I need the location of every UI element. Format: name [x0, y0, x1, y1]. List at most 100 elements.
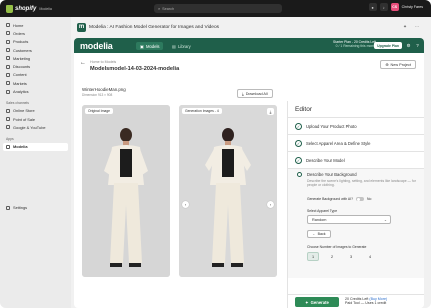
credits-left: 20 Credits Left [345, 297, 369, 301]
chart-icon [6, 89, 10, 94]
plus-icon: ⊕ [385, 63, 389, 67]
sidebar-item-label: Online Store [13, 108, 35, 114]
search-input[interactable]: ⌕ Search [154, 4, 282, 13]
sidebar-item-analytics[interactable]: Analytics [3, 87, 68, 95]
sidebar-item-home[interactable]: Home [3, 21, 68, 29]
generate-bg-ai-toggle[interactable] [356, 197, 364, 201]
step-describe-model[interactable]: ✓ Describe Your Model [288, 151, 424, 168]
sidebar-item-orders[interactable]: Orders [3, 29, 68, 37]
sidebar-item-label: Discounts [13, 64, 31, 70]
sidebar-item-discounts[interactable]: Discounts [3, 62, 68, 70]
pos-icon [6, 117, 10, 122]
shopify-logo[interactable]: shopify [6, 4, 37, 13]
file-name: WinterHoodieMan.png [82, 87, 126, 92]
tab-library[interactable]: ▤ Library [168, 42, 195, 50]
plan-status: Starter Plan - 20 Credits Left 0 / 1 Rem… [333, 40, 376, 48]
num-option-2[interactable]: 2 [326, 252, 338, 261]
sidebar-item-label: Marketing [13, 55, 31, 61]
modelia-logo[interactable]: modelia [80, 41, 113, 51]
sparkle-icon: ✦ [305, 299, 309, 305]
sidebar-item-customers[interactable]: Customers [3, 46, 68, 54]
sidebar-item-marketing[interactable]: Marketing [3, 54, 68, 62]
generate-button[interactable]: ✦ Generate [295, 297, 339, 307]
apparel-type-label: Select Apparel Type [307, 209, 338, 213]
window-frame: shopify Modelia ⌕ Search ● ♪ CS Christy … [0, 0, 431, 308]
sales-channels-heading[interactable]: Sales channels [6, 100, 68, 106]
arrow-left-icon: ← [312, 232, 316, 236]
step-indicator-icon [297, 172, 302, 177]
sidebar-item-google-youtube[interactable]: Google & YouTube [3, 123, 68, 131]
pin-icon[interactable]: ✦ [401, 23, 409, 31]
credits-note: Paid Tool — Uses 1 credit [345, 301, 387, 306]
num-option-4[interactable]: 4 [364, 252, 376, 261]
download-icon: ⤓ [242, 91, 244, 96]
home-icon [6, 23, 10, 28]
discount-icon [6, 64, 10, 69]
step-apparel-area[interactable]: ✓ Select Apparel Area & Define Style [288, 134, 424, 151]
more-icon[interactable]: ⋯ [413, 23, 421, 31]
plan-remaining: 0 / 1 Remaining this month [335, 44, 376, 49]
store-name[interactable]: Modelia [39, 7, 52, 11]
google-icon [6, 125, 10, 130]
person-icon [6, 48, 10, 53]
tab-models[interactable]: ▣ Models [136, 42, 164, 50]
generate-label: Generate [310, 299, 329, 305]
sidebar-item-point-of-sale[interactable]: Point of Sale [3, 115, 68, 123]
modelia-app-icon: m [77, 22, 86, 32]
upgrade-plan-button[interactable]: Upgrade Plan [374, 42, 402, 49]
sidebar-item-modelia[interactable]: Modelia [3, 142, 68, 151]
user-name[interactable]: Christy Fares [402, 5, 423, 9]
shopify-topbar: shopify Modelia ⌕ Search ● ♪ CS Christy … [0, 0, 431, 17]
notification-icon[interactable]: ● [368, 3, 377, 11]
credits-info: 20 Credits Left (Buy More) Paid Tool — U… [345, 297, 387, 306]
step-label: Upload Your Product Photo [306, 123, 357, 129]
settings-icon[interactable]: ⚙ [405, 42, 412, 49]
orders-icon [6, 31, 10, 36]
app-content: modelia ▣ Models ▤ Library Starter Plan … [74, 38, 424, 308]
check-circle-icon: ✓ [295, 156, 302, 164]
sidebar-item-online-store[interactable]: Online Store [3, 107, 68, 115]
num-option-3[interactable]: 3 [345, 252, 357, 261]
back-label: Back [317, 232, 326, 236]
bell-icon[interactable]: ♪ [379, 3, 388, 11]
generate-bar: ✦ Generate 20 Credits Left (Buy More) Pa… [288, 294, 424, 308]
tab-label: Models [145, 43, 160, 49]
download-all-button[interactable]: ⤓ Download All [237, 89, 273, 98]
next-arrow-icon[interactable]: › [267, 201, 274, 208]
buy-more-link[interactable]: (Buy More) [369, 297, 387, 301]
help-icon[interactable]: ? [414, 42, 421, 49]
original-image[interactable]: Original Image [82, 105, 170, 277]
prev-arrow-icon[interactable]: ‹ [182, 201, 189, 208]
step-upload-photo[interactable]: ✓ Upload Your Product Photo [288, 117, 424, 134]
avatar[interactable]: CS [390, 3, 399, 11]
step-label: Select Apparel Area & Define Style [306, 140, 371, 146]
app-icon [6, 144, 10, 149]
sidebar-item-content[interactable]: Content [3, 71, 68, 79]
back-arrow-icon[interactable]: ← [80, 60, 86, 66]
file-dimensions: Dimension 913 × 908 [82, 93, 113, 97]
generated-image[interactable]: Generation Images - 4 ⤓ ‹ › [179, 105, 277, 277]
apparel-type-select[interactable]: Random ⌄ [307, 215, 391, 224]
new-project-button[interactable]: ⊕ New Project [380, 60, 416, 69]
back-button[interactable]: ← Back [307, 230, 331, 238]
apps-heading[interactable]: Apps [6, 136, 68, 142]
main-area: m Modelia : AI Fashion Model Generator f… [71, 17, 431, 308]
gen-ai-value: No [367, 197, 372, 201]
generated-images-label: Generation Images - 4 [182, 108, 222, 114]
shopify-wordmark: shopify [15, 5, 37, 12]
download-icon[interactable]: ⤓ [267, 108, 274, 115]
sidebar-item-label: Google & YouTube [13, 124, 46, 130]
sidebar-item-label: Content [13, 72, 27, 78]
sidebar-item-label: Orders [13, 30, 25, 36]
models-icon: ▣ [140, 43, 144, 49]
page-title: Modelsmodel-14-03-2024-modelia [90, 66, 180, 72]
num-option-1[interactable]: 1 [307, 252, 319, 261]
step-title: Describe Your Background [307, 172, 357, 177]
tab-label: Library [177, 43, 191, 49]
search-placeholder: Search [162, 6, 175, 11]
sidebar-item-products[interactable]: Products [3, 38, 68, 46]
sidebar-item-settings[interactable]: Settings [3, 204, 68, 212]
breadcrumb-parent[interactable]: Home to Models [90, 60, 179, 64]
sidebar-item-label: Markets [13, 80, 27, 86]
sidebar-item-markets[interactable]: Markets [3, 79, 68, 87]
